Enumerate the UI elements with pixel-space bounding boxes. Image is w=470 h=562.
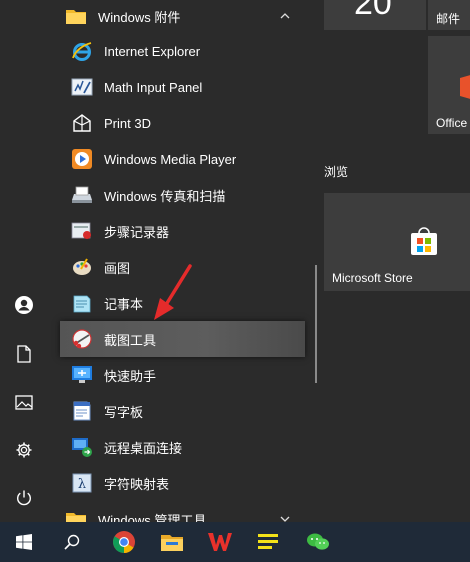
taskbar-file-explorer[interactable] bbox=[150, 522, 194, 562]
quick-assist-icon bbox=[70, 363, 94, 387]
chevron-down-icon bbox=[280, 516, 290, 522]
settings-icon bbox=[16, 442, 32, 458]
app-fax-and-scan[interactable]: Windows 传真和扫描 bbox=[60, 177, 305, 213]
start-left-rail bbox=[0, 0, 48, 522]
app-label: Math Input Panel bbox=[104, 79, 203, 95]
chrome-icon bbox=[113, 531, 135, 553]
app-label: 写字板 bbox=[104, 404, 144, 420]
app-label: 远程桌面连接 bbox=[104, 440, 183, 456]
power-button[interactable] bbox=[0, 474, 48, 522]
taskbar-wechat[interactable] bbox=[296, 522, 340, 562]
pictures-button[interactable] bbox=[0, 378, 48, 426]
app-label: 记事本 bbox=[104, 296, 144, 312]
app-label: 快速助手 bbox=[104, 368, 157, 384]
media-player-icon bbox=[70, 147, 94, 171]
mail-tile[interactable]: 邮件 bbox=[428, 0, 470, 30]
taskbar-chrome[interactable] bbox=[102, 522, 146, 562]
fax-scan-icon bbox=[70, 183, 94, 207]
user-account-button[interactable] bbox=[0, 281, 48, 329]
tile-area: 20 邮件 Office 浏览 Microsoft Store bbox=[318, 0, 470, 522]
app-quick-assist[interactable]: 快速助手 bbox=[60, 357, 305, 393]
folder-windows-admin-tools[interactable]: Windows 管理工具 bbox=[60, 501, 305, 522]
snipping-tool-icon bbox=[70, 327, 94, 351]
app-math-input-panel[interactable]: Math Input Panel bbox=[60, 69, 305, 105]
app-label: Internet Explorer bbox=[104, 43, 201, 59]
paint-icon bbox=[70, 255, 94, 279]
document-icon bbox=[17, 345, 31, 363]
wechat-icon bbox=[307, 533, 329, 550]
wps-icon bbox=[208, 533, 232, 551]
app-label: Windows 附件 bbox=[98, 9, 181, 25]
office-tile-label: Office bbox=[436, 116, 468, 130]
notes-icon bbox=[258, 534, 278, 549]
steps-recorder-icon bbox=[70, 219, 94, 243]
app-list: Windows 附件 Internet Explorer Math Input … bbox=[48, 0, 318, 522]
pictures-icon bbox=[15, 394, 33, 410]
app-label: 画图 bbox=[104, 260, 131, 276]
taskbar-wps[interactable] bbox=[198, 522, 242, 562]
search-icon bbox=[64, 534, 80, 550]
app-remote-desktop[interactable]: 远程桌面连接 bbox=[60, 429, 305, 465]
chevron-up-icon bbox=[280, 13, 290, 19]
windows-start-icon bbox=[16, 534, 32, 550]
character-map-icon: λ bbox=[70, 471, 94, 495]
svg-text:λ: λ bbox=[78, 477, 86, 492]
app-wordpad[interactable]: 写字板 bbox=[60, 393, 305, 429]
remote-desktop-icon bbox=[70, 435, 94, 459]
store-tile-label: Microsoft Store bbox=[332, 271, 413, 285]
app-label: Windows 传真和扫描 bbox=[104, 188, 226, 204]
wordpad-icon bbox=[70, 399, 94, 423]
app-internet-explorer[interactable]: Internet Explorer bbox=[60, 33, 305, 69]
settings-button[interactable] bbox=[0, 426, 48, 474]
mail-tile-label: 邮件 bbox=[436, 12, 461, 26]
documents-button[interactable] bbox=[0, 330, 48, 378]
search-button[interactable] bbox=[48, 522, 96, 562]
app-label: Windows Media Player bbox=[104, 151, 237, 167]
app-snipping-tool[interactable]: 截图工具 bbox=[60, 321, 305, 357]
app-label: 字符映射表 bbox=[104, 476, 170, 492]
app-label: Print 3D bbox=[104, 115, 151, 131]
taskbar bbox=[0, 522, 470, 562]
folder-windows-accessories[interactable]: Windows 附件 bbox=[60, 0, 305, 34]
microsoft-store-tile[interactable]: Microsoft Store bbox=[324, 193, 470, 291]
app-print-3d[interactable]: Print 3D bbox=[60, 105, 305, 141]
internet-explorer-icon bbox=[70, 39, 94, 63]
user-icon bbox=[15, 296, 33, 314]
file-explorer-icon bbox=[161, 535, 183, 551]
folder-icon bbox=[64, 507, 88, 522]
power-icon bbox=[17, 490, 31, 506]
group-title-browse: 浏览 bbox=[324, 165, 349, 179]
app-list-scrollbar[interactable] bbox=[315, 265, 317, 383]
notepad-icon bbox=[70, 291, 94, 315]
office-tile[interactable]: Office bbox=[428, 36, 470, 134]
annotation-arrow bbox=[154, 264, 192, 320]
calendar-date-fragment: 20 bbox=[354, 0, 392, 22]
office-icon bbox=[460, 75, 470, 99]
app-windows-media-player[interactable]: Windows Media Player bbox=[60, 141, 305, 177]
start-button[interactable] bbox=[0, 522, 48, 562]
taskbar-notes-app[interactable] bbox=[246, 522, 290, 562]
app-label: 截图工具 bbox=[104, 332, 157, 348]
app-steps-recorder[interactable]: 步骤记录器 bbox=[60, 213, 305, 249]
folder-icon bbox=[64, 4, 88, 28]
microsoft-store-icon bbox=[411, 227, 437, 255]
app-label: Windows 管理工具 bbox=[98, 512, 207, 523]
app-character-map[interactable]: λ 字符映射表 bbox=[60, 465, 305, 501]
calendar-tile[interactable]: 20 bbox=[324, 0, 426, 30]
print-3d-icon bbox=[70, 111, 94, 135]
math-input-panel-icon bbox=[70, 75, 94, 99]
app-label: 步骤记录器 bbox=[104, 224, 170, 240]
